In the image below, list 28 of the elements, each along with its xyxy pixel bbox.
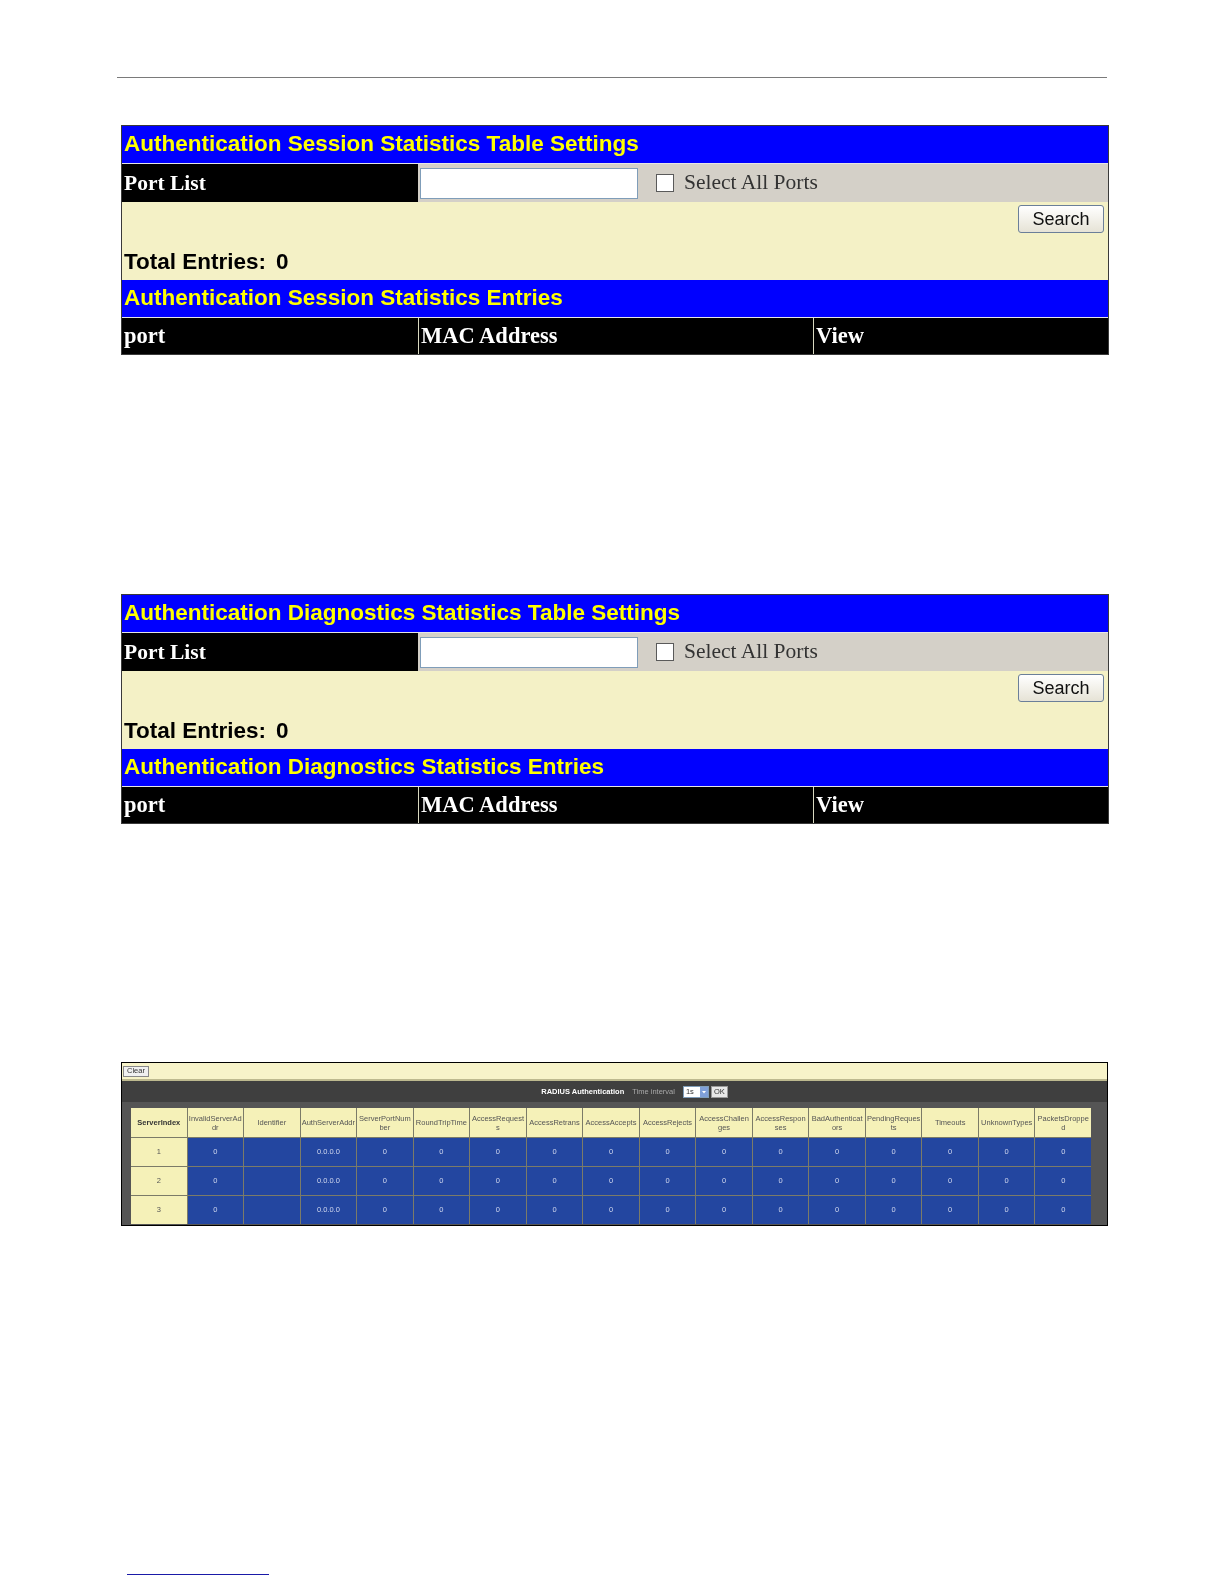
section-title: Authentication Diagnostics Statistics Entries [124,756,605,779]
checkbox[interactable] [656,643,674,661]
search-button[interactable]: Search [1018,674,1104,702]
table-cell [244,1138,300,1166]
table-cell [244,1196,300,1224]
table-cell [244,1167,300,1195]
field-label: Port List [122,633,418,671]
total-entries-label: Total Entries: [124,719,267,742]
checkbox-label: Select All Ports [684,641,818,663]
total-entries-count: 0 [276,250,289,273]
section-title: Authentication Session Statistics Table Settings [124,133,639,156]
checkbox-label: Select All Ports [684,172,818,194]
column-header: port [122,787,418,823]
section-title: Authentication Diagnostics Statistics Table Settings [124,602,680,625]
port-list-field[interactable] [420,636,638,668]
caret-icon [699,1086,708,1097]
column-header: View [814,318,1108,354]
column-header: MAC Address [419,318,813,354]
column-header: View [814,787,1108,823]
search-button[interactable]: Search [1018,205,1104,233]
total-entries-label: Total Entries: [124,250,267,273]
port-list-field[interactable] [420,167,638,199]
checkbox[interactable] [656,174,674,192]
total-entries-count: 0 [276,719,289,742]
field-label: Port List [122,164,418,202]
column-header: port [122,318,418,354]
section-title: Authentication Session Statistics Entries [124,287,563,310]
column-header: MAC Address [419,787,813,823]
